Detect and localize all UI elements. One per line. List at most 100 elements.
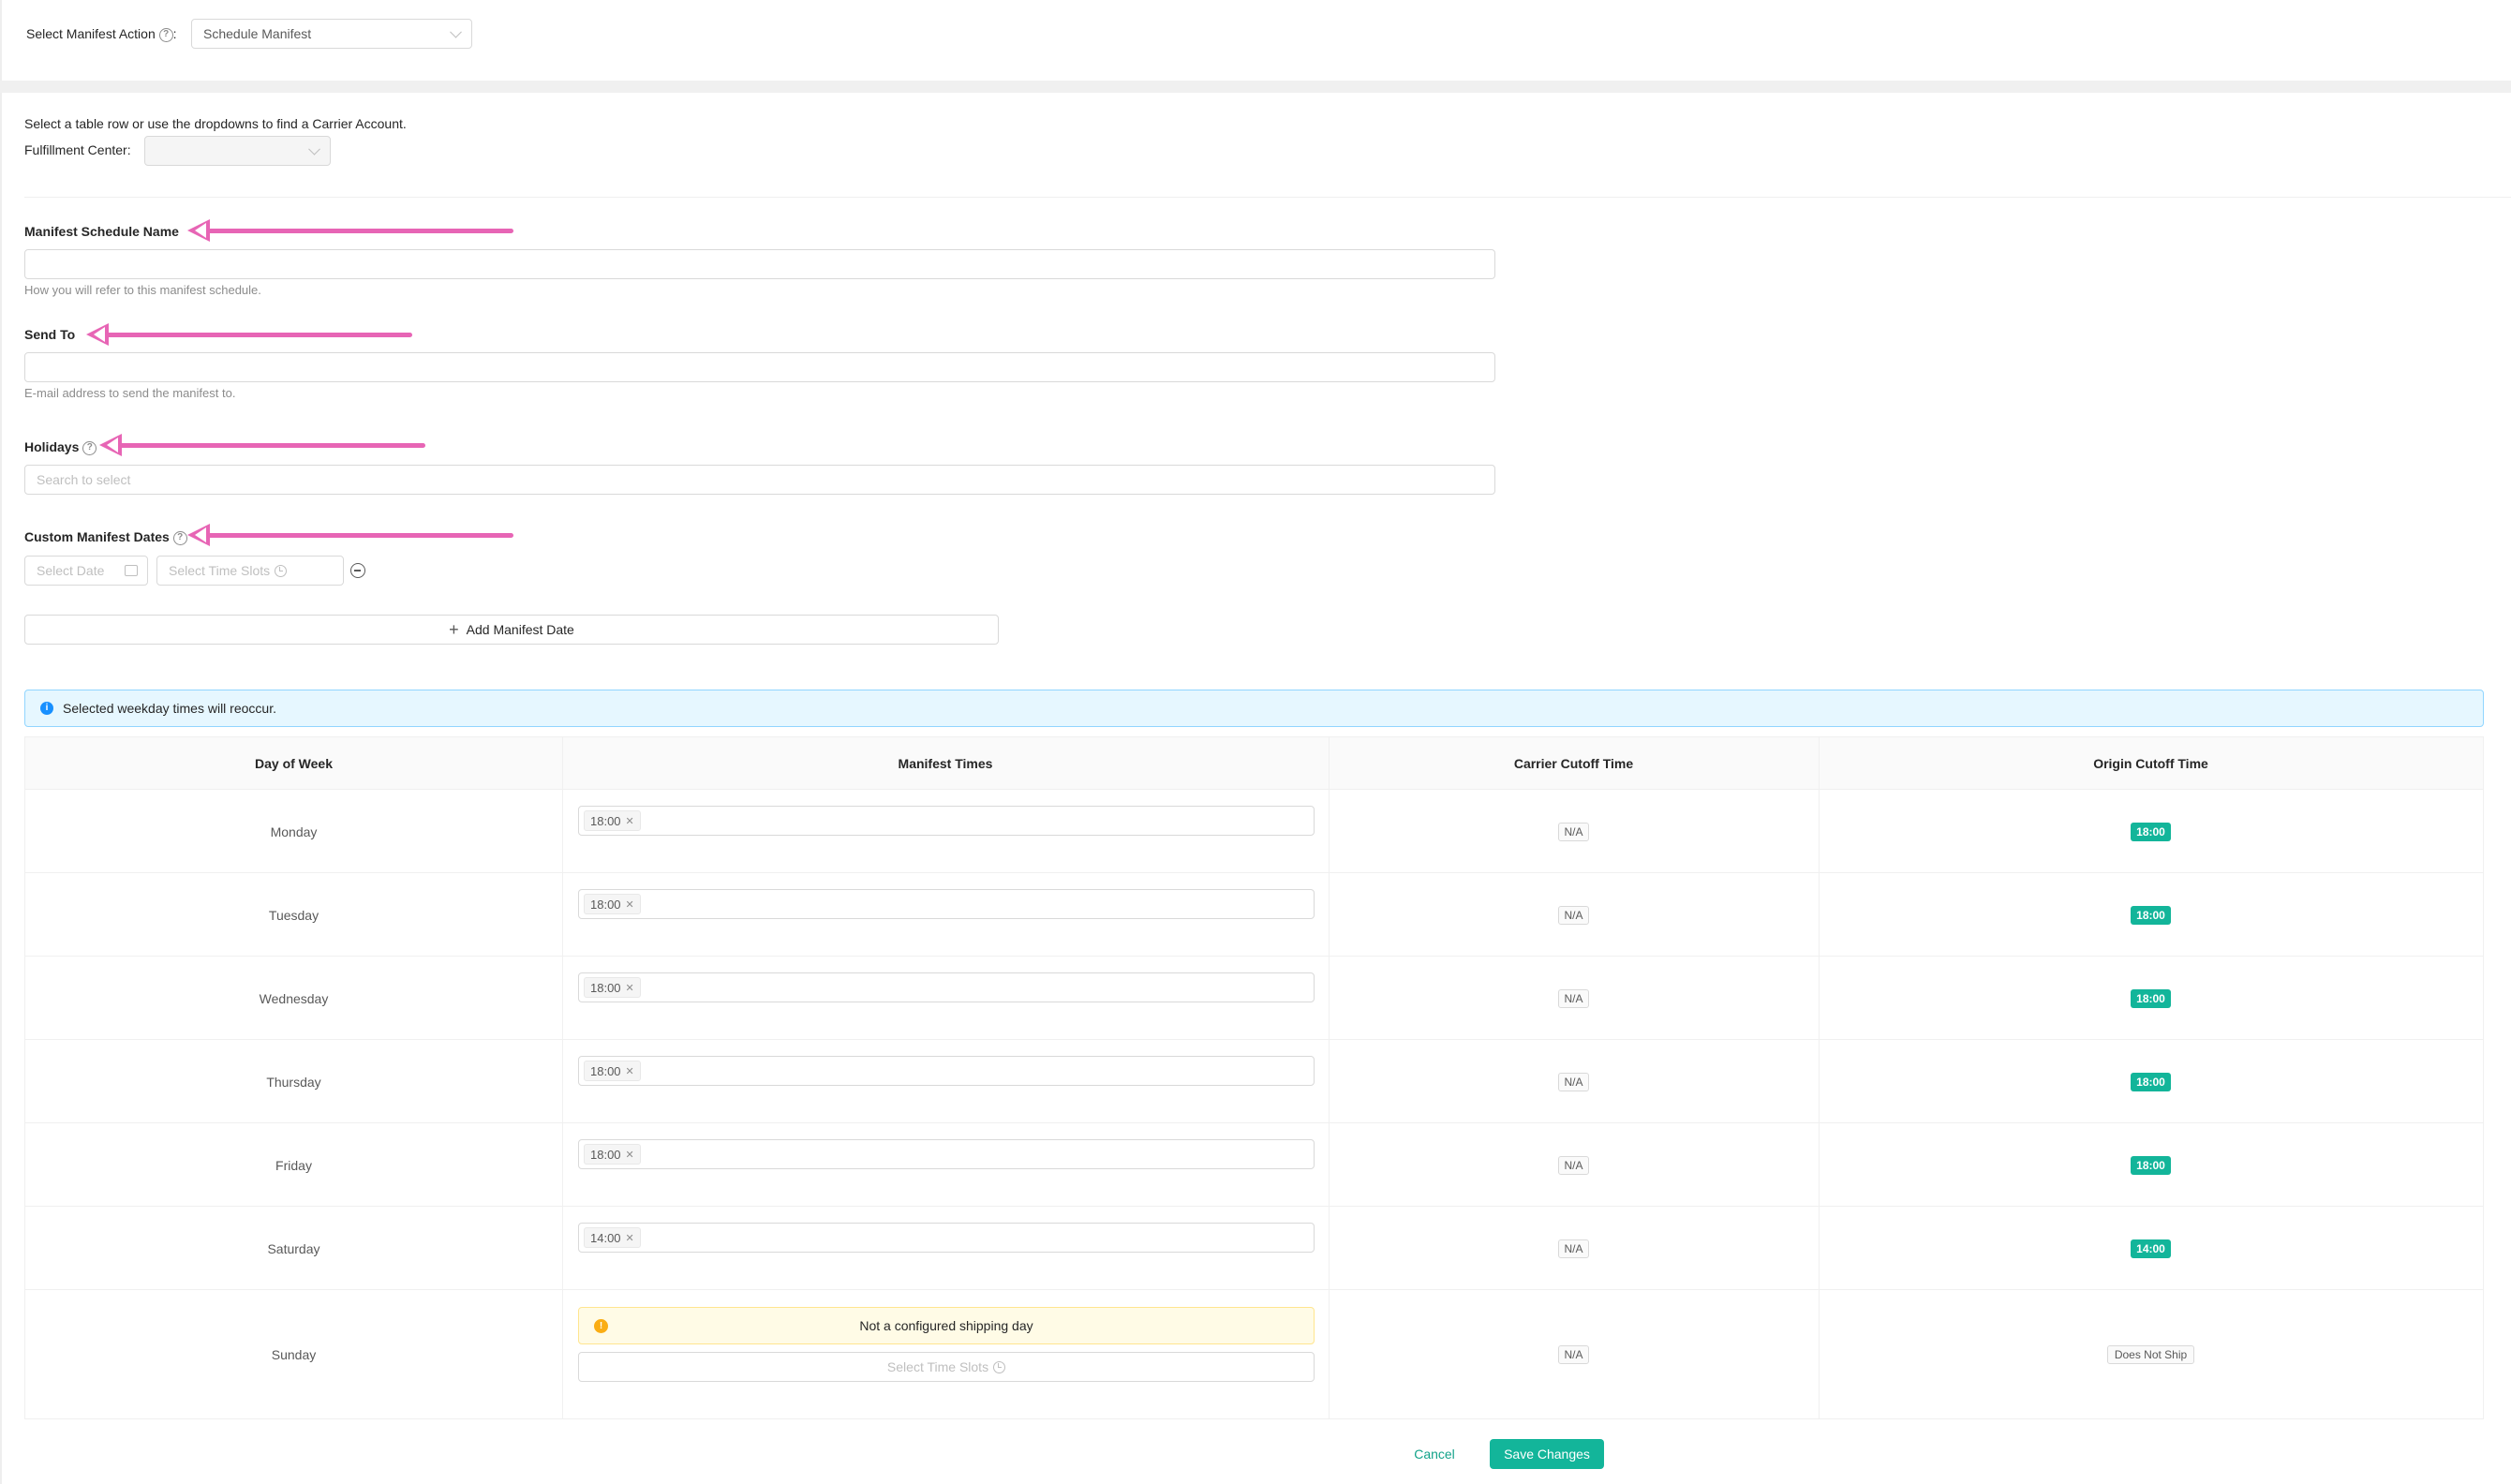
- holidays-label-group: Holidays ?: [24, 439, 97, 455]
- header-manifest-times: Manifest Times: [898, 756, 993, 771]
- manifest-times-table: Day of Week Manifest Times Carrier Cutof…: [24, 736, 2484, 1419]
- table-row[interactable]: Tuesday 18:00 ✕ N/A 18:00: [25, 873, 2483, 957]
- header-origin-cutoff: Origin Cutoff Time: [2093, 756, 2208, 771]
- time-tag: 18:00 ✕: [584, 1144, 641, 1165]
- table-row[interactable]: Monday 18:00 ✕ N/A 18:00: [25, 790, 2483, 873]
- table-row[interactable]: Thursday 18:00 ✕ N/A 18:00: [25, 1040, 2483, 1123]
- manifest-times-select[interactable]: 18:00 ✕: [578, 1139, 1315, 1169]
- close-icon[interactable]: ✕: [626, 815, 634, 827]
- day-cell: Thursday: [266, 1074, 321, 1090]
- remove-date-icon[interactable]: [350, 563, 365, 578]
- carrier-hint: Select a table row or use the dropdowns …: [24, 116, 407, 131]
- day-cell: Saturday: [267, 1240, 320, 1256]
- manifest-times-select[interactable]: 18:00 ✕: [578, 889, 1315, 919]
- manifest-times-select[interactable]: 18:00 ✕: [578, 1056, 1315, 1086]
- origin-cutoff-badge: 18:00: [2131, 905, 2171, 925]
- close-icon[interactable]: ✕: [626, 1149, 634, 1161]
- schedule-name-input[interactable]: [24, 249, 1495, 279]
- chevron-down-icon: [308, 142, 320, 156]
- manifest-action-card: Select Manifest Action ?: Schedule Manif…: [0, 0, 2511, 81]
- carrier-cutoff-badge: N/A: [1558, 988, 1589, 1008]
- day-cell: Friday: [275, 1157, 312, 1173]
- custom-dates-label: Custom Manifest Dates: [24, 529, 170, 544]
- origin-cutoff-badge: 18:00: [2131, 1155, 2171, 1175]
- time-tag: 18:00 ✕: [584, 977, 641, 998]
- section-divider-band: [0, 81, 2511, 93]
- carrier-cutoff-badge: N/A: [1558, 1155, 1589, 1175]
- day-cell: Sunday: [271, 1346, 317, 1362]
- origin-cutoff-badge: 18:00: [2131, 822, 2171, 841]
- table-row[interactable]: Saturday 14:00 ✕ N/A 14:00: [25, 1207, 2483, 1290]
- annotation-arrow: [99, 434, 425, 456]
- day-cell: Tuesday: [268, 907, 319, 923]
- warning-message: Not a configured shipping day: [859, 1318, 1033, 1333]
- table-row[interactable]: Wednesday 18:00 ✕ N/A 18:00: [25, 957, 2483, 1040]
- manifest-action-select[interactable]: Schedule Manifest: [191, 19, 472, 49]
- manifest-action-label: Select Manifest Action: [26, 26, 156, 41]
- plus-icon: +: [449, 619, 459, 639]
- schedule-name-label: Manifest Schedule Name: [24, 224, 179, 239]
- carrier-cutoff-badge: N/A: [1558, 905, 1589, 925]
- table-header: Day of Week Manifest Times Carrier Cutof…: [25, 737, 2483, 790]
- question-icon[interactable]: ?: [158, 27, 173, 42]
- table-row[interactable]: Friday 18:00 ✕ N/A 18:00: [25, 1123, 2483, 1207]
- add-manifest-date-label: Add Manifest Date: [466, 622, 574, 637]
- header-carrier-cutoff: Carrier Cutoff Time: [1513, 756, 1634, 771]
- day-cell: Monday: [270, 824, 318, 839]
- select-date-placeholder: Select Date: [37, 563, 105, 578]
- schedule-name-help: How you will refer to this manifest sche…: [24, 283, 261, 297]
- close-icon[interactable]: ✕: [626, 1232, 634, 1244]
- time-tag: 14:00 ✕: [584, 1227, 641, 1248]
- manifest-times-select[interactable]: 18:00 ✕: [578, 972, 1315, 1002]
- warning-alert: ! Not a configured shipping day: [578, 1307, 1315, 1344]
- calendar-icon: [125, 565, 138, 576]
- annotation-arrow: [187, 219, 513, 242]
- select-time-slots-input[interactable]: Select Time Slots: [156, 556, 344, 586]
- fulfillment-center-select[interactable]: [144, 136, 331, 166]
- table-row[interactable]: Sunday ! Not a configured shipping day S…: [25, 1290, 2483, 1418]
- send-to-help: E-mail address to send the manifest to.: [24, 386, 236, 400]
- chevron-down-icon: [450, 25, 462, 38]
- carrier-cutoff-badge: N/A: [1558, 1072, 1589, 1091]
- custom-dates-label-group: Custom Manifest Dates ?: [24, 529, 187, 545]
- origin-cutoff-badge: 18:00: [2131, 1072, 2171, 1091]
- carrier-cutoff-badge: N/A: [1558, 1239, 1589, 1258]
- clock-icon: [275, 564, 288, 577]
- clock-icon: [993, 1360, 1006, 1373]
- select-time-slots-input[interactable]: Select Time Slots: [578, 1352, 1315, 1382]
- close-icon[interactable]: ✕: [626, 1065, 634, 1077]
- time-tag: 18:00 ✕: [584, 894, 641, 914]
- manifest-times-select[interactable]: 14:00 ✕: [578, 1223, 1315, 1253]
- annotation-arrow: [187, 524, 513, 546]
- info-message: Selected weekday times will reoccur.: [63, 701, 276, 716]
- origin-cutoff-badge: 14:00: [2131, 1239, 2171, 1258]
- manifest-action-label-group: Select Manifest Action ?:: [26, 26, 177, 42]
- time-tag: 18:00 ✕: [584, 810, 641, 831]
- manifest-times-select[interactable]: 18:00 ✕: [578, 806, 1315, 836]
- origin-cutoff-badge: Does Not Ship: [2106, 1344, 2195, 1364]
- warning-icon: !: [594, 1319, 608, 1333]
- info-alert: i Selected weekday times will reoccur.: [24, 690, 2484, 727]
- carrier-cutoff-badge: N/A: [1558, 822, 1589, 841]
- annotation-arrow: [86, 323, 412, 346]
- fulfillment-label: Fulfillment Center: [24, 142, 127, 157]
- close-icon[interactable]: ✕: [626, 898, 634, 911]
- header-day-of-week: Day of Week: [255, 756, 333, 771]
- divider: [24, 197, 2511, 198]
- send-to-label: Send To: [24, 327, 76, 342]
- cancel-button[interactable]: Cancel: [1405, 1439, 1464, 1469]
- save-changes-button[interactable]: Save Changes: [1490, 1439, 1604, 1469]
- time-tag: 18:00 ✕: [584, 1061, 641, 1081]
- send-to-input[interactable]: [24, 352, 1495, 382]
- origin-cutoff-badge: 18:00: [2131, 988, 2171, 1008]
- add-manifest-date-button[interactable]: + Add Manifest Date: [24, 615, 999, 645]
- manifest-action-value: Schedule Manifest: [203, 26, 312, 41]
- holidays-search-input[interactable]: Search to select: [24, 465, 1495, 495]
- fulfillment-label-group: Fulfillment Center:: [24, 142, 131, 157]
- question-icon[interactable]: ?: [82, 440, 97, 455]
- question-icon[interactable]: ?: [172, 530, 187, 545]
- close-icon[interactable]: ✕: [626, 982, 634, 994]
- select-date-input[interactable]: Select Date: [24, 556, 148, 586]
- select-time-slots-placeholder: Select Time Slots: [169, 563, 271, 578]
- holidays-label: Holidays: [24, 439, 80, 454]
